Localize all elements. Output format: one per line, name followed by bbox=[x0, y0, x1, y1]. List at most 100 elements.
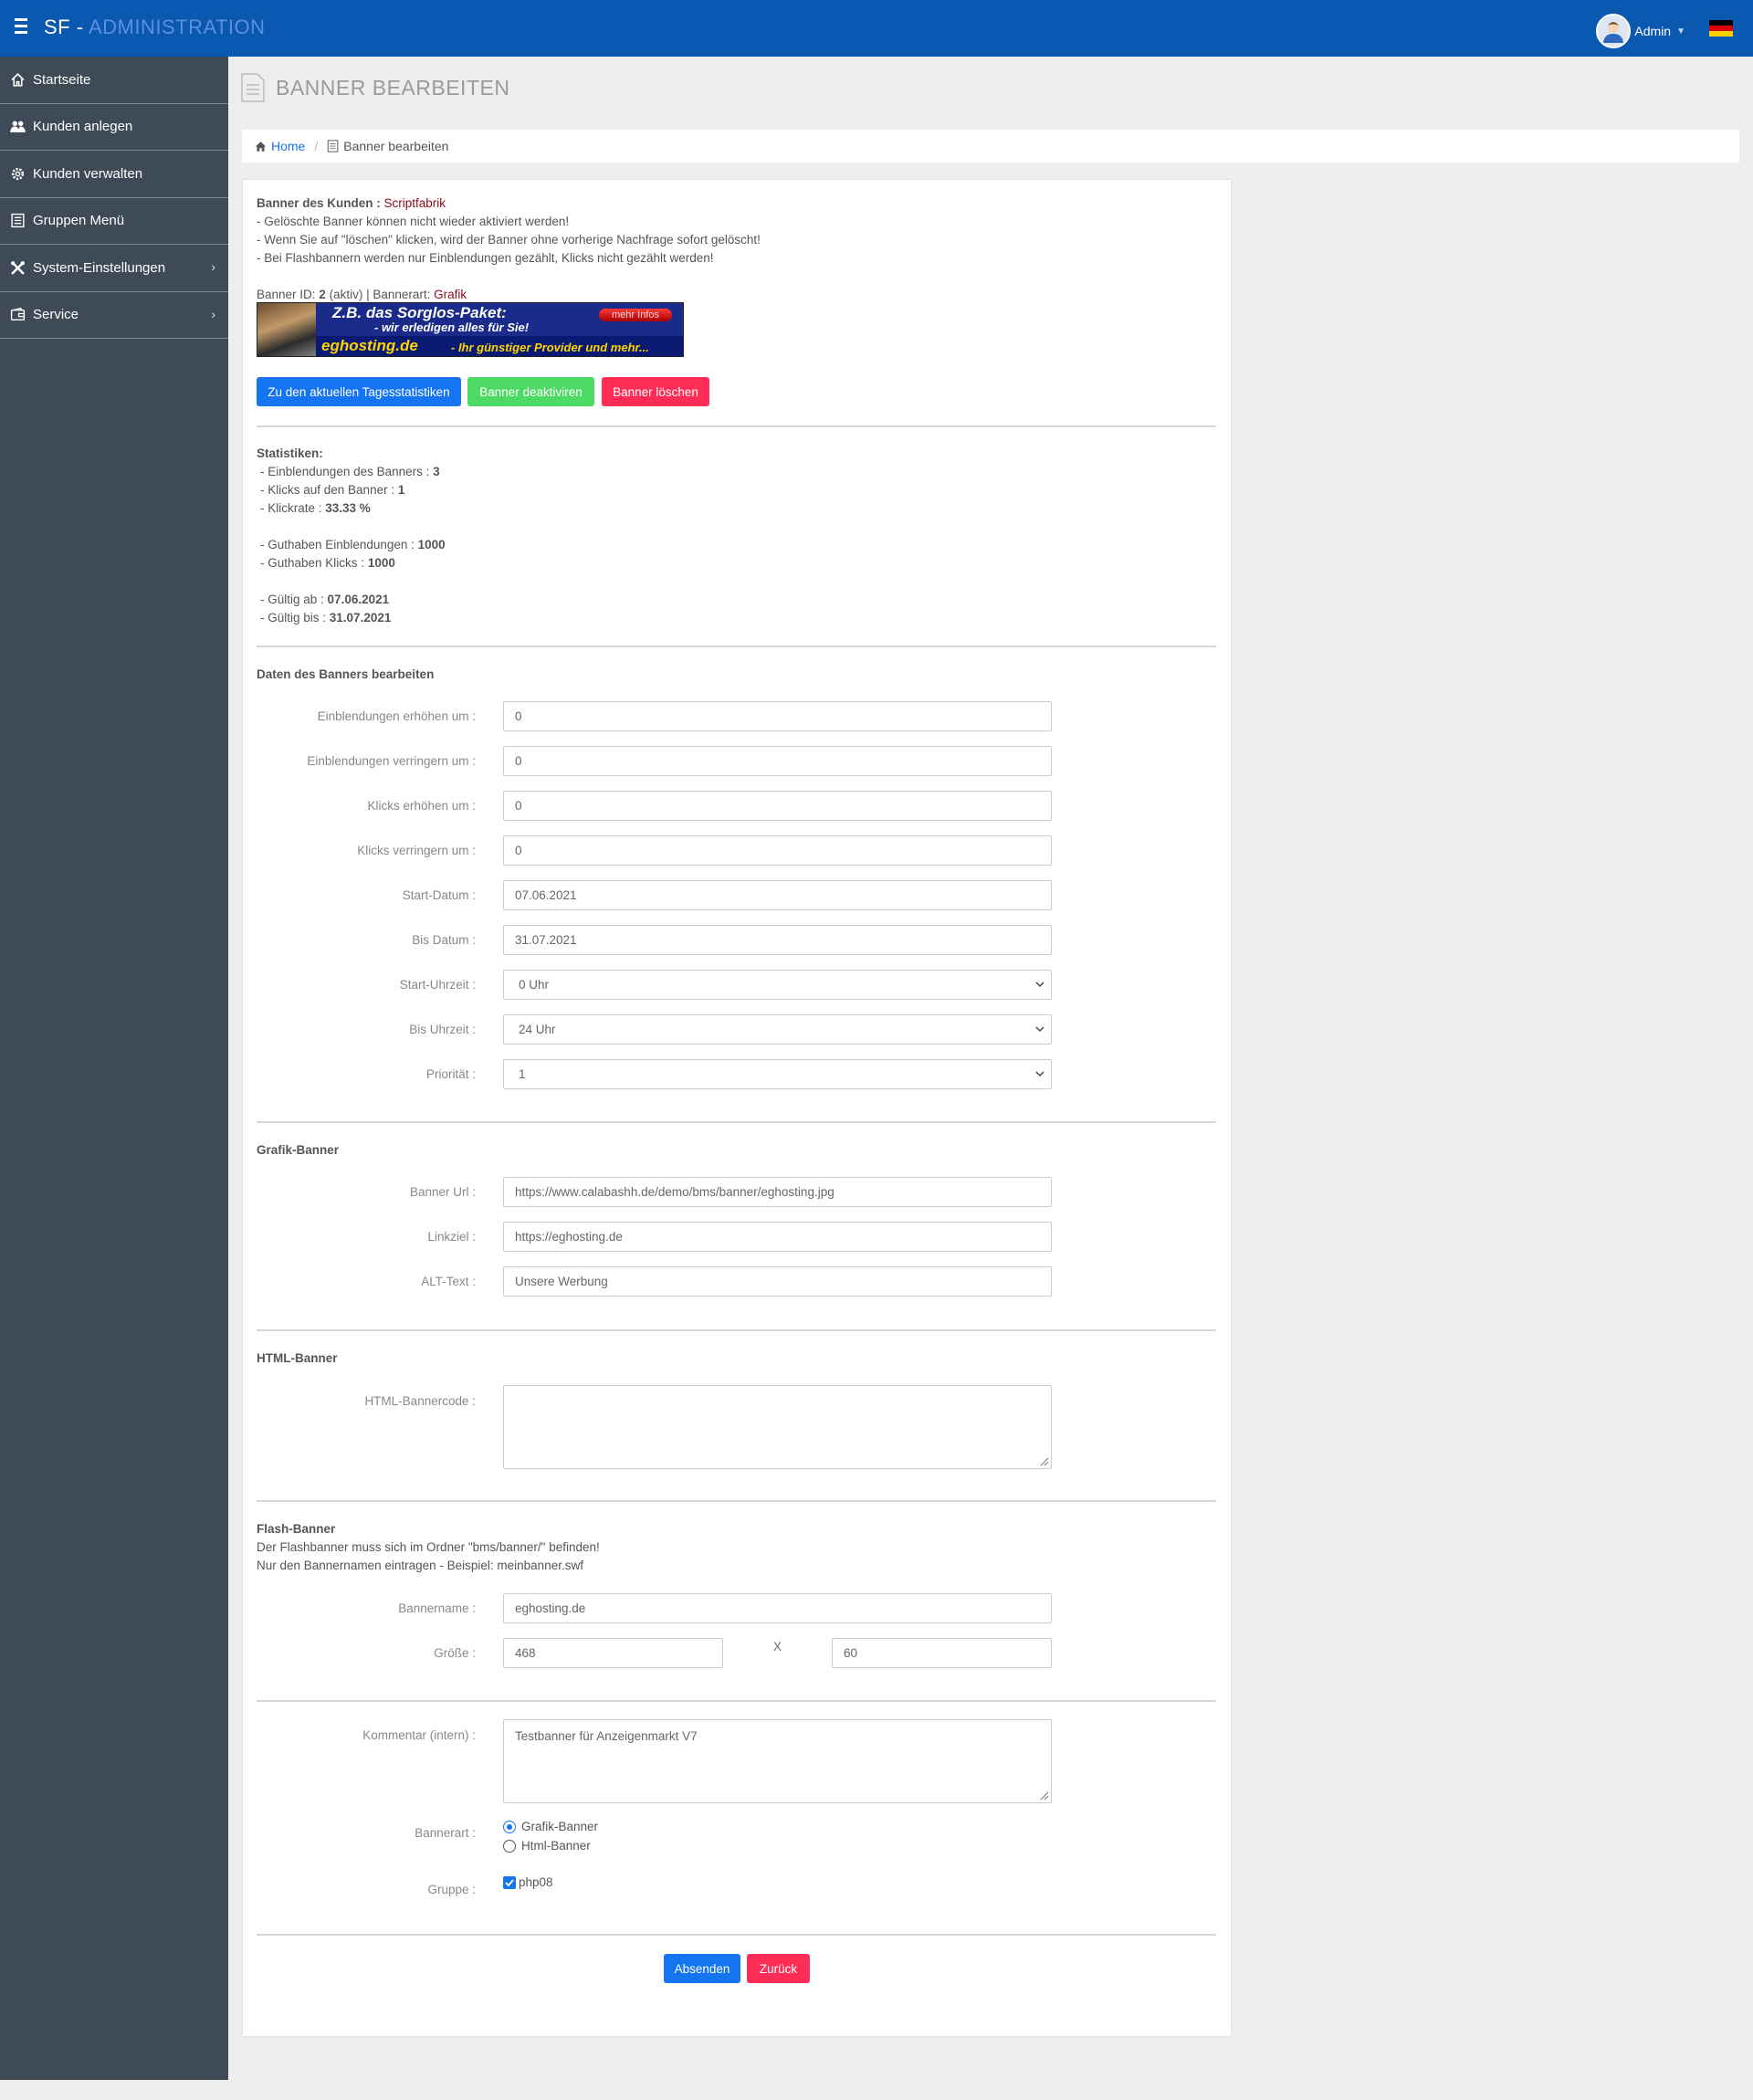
german-flag-icon[interactable] bbox=[1709, 20, 1733, 37]
sidebar-item-kunden-verwalten[interactable]: Kunden verwalten bbox=[0, 151, 228, 198]
html-heading-text: HTML-Banner bbox=[257, 1351, 338, 1365]
stats-valid-from: - Gültig ab : 07.06.2021 bbox=[260, 591, 389, 609]
stats-impressions: - Einblendungen des Banners : 3 bbox=[260, 463, 440, 481]
banner-preview-image[interactable]: Z.B. das Sorglos-Paket: - wir erledigen … bbox=[257, 302, 684, 357]
banner-line-3: eghosting.de bbox=[321, 337, 418, 354]
deactivate-button[interactable]: Banner deaktiviren bbox=[467, 377, 594, 406]
sidebar-item-label: Startseite bbox=[33, 71, 91, 88]
stat-label: - Gültig bis : bbox=[260, 611, 330, 625]
flash-heading: Flash-Banner bbox=[257, 1520, 335, 1538]
stat-label: - Einblendungen des Banners : bbox=[260, 465, 434, 478]
submit-button[interactable]: Absenden bbox=[664, 1954, 740, 1983]
flash-note-2: Nur den Bannernamen eintragen - Beispiel… bbox=[257, 1559, 583, 1572]
start-time-select[interactable]: 0 Uhr bbox=[503, 970, 1052, 1000]
brand-accent: ADMINISTRATION bbox=[88, 16, 266, 38]
end-time-select[interactable]: 24 Uhr bbox=[503, 1014, 1052, 1045]
flash-bannername-input[interactable]: eghosting.de bbox=[503, 1593, 1052, 1623]
html-heading: HTML-Banner bbox=[257, 1349, 338, 1368]
top-bar: SF - ADMINISTRATION Admin ▼ bbox=[0, 0, 1753, 57]
stats-valid-to: - Gültig bis : 31.07.2021 bbox=[260, 609, 391, 627]
stats-rate: - Klickrate : 33.33 % bbox=[260, 499, 371, 518]
field-label: Bannername : bbox=[398, 1601, 476, 1615]
radio-html-banner[interactable] bbox=[503, 1840, 516, 1853]
checkbox-label: php08 bbox=[519, 1875, 553, 1889]
back-button[interactable]: Zurück bbox=[747, 1954, 810, 1983]
sidebar-item-kunden-anlegen[interactable]: Kunden anlegen bbox=[0, 104, 228, 151]
field-label: Einblendungen erhöhen um : bbox=[317, 709, 476, 723]
edit-heading-text: Daten des Banners bearbeiten bbox=[257, 667, 435, 681]
wallet-icon bbox=[9, 307, 26, 323]
stats-button[interactable]: Zu den aktuellen Tagesstatistiken bbox=[257, 377, 461, 406]
stats-heading: Statistiken: bbox=[257, 445, 323, 463]
impressions-increase-input[interactable]: 0 bbox=[503, 701, 1052, 731]
page-heading: BANNER BEARBEITEN bbox=[241, 73, 509, 102]
divider bbox=[257, 646, 1216, 647]
sidebar-item-system-einstellungen[interactable]: System-Einstellungen › bbox=[0, 245, 228, 292]
flash-height-input[interactable]: 60 bbox=[832, 1638, 1052, 1668]
banner-line-4: - Ihr günstiger Provider und mehr... bbox=[451, 341, 649, 354]
sidebar-item-gruppen-menu[interactable]: Gruppen Menü bbox=[0, 198, 228, 245]
delete-button[interactable]: Banner löschen bbox=[602, 377, 709, 406]
field-label: ALT-Text : bbox=[421, 1275, 476, 1288]
stat-value: 07.06.2021 bbox=[327, 593, 390, 606]
banner-url-input[interactable]: https://www.calabashh.de/demo/bms/banner… bbox=[503, 1177, 1052, 1207]
sidebar-item-service[interactable]: Service › bbox=[0, 292, 228, 339]
field-label: Größe : bbox=[434, 1646, 476, 1660]
clicks-increase-input[interactable]: 0 bbox=[503, 791, 1052, 821]
banner-photo bbox=[257, 303, 316, 356]
start-date-input[interactable]: 07.06.2021 bbox=[503, 880, 1052, 910]
banner-id: 2 bbox=[319, 288, 326, 301]
alt-text-input[interactable]: Unsere Werbung bbox=[503, 1266, 1052, 1297]
group-checkbox[interactable] bbox=[503, 1876, 516, 1889]
chevron-down-icon bbox=[1035, 982, 1044, 988]
impressions-decrease-input[interactable]: 0 bbox=[503, 746, 1052, 776]
user-menu[interactable]: Admin ▼ bbox=[1596, 14, 1685, 48]
radio-grafik-banner[interactable] bbox=[503, 1821, 516, 1833]
field-label: Bannerart : bbox=[415, 1826, 476, 1840]
field-label: Klicks erhöhen um : bbox=[367, 799, 476, 813]
sidebar-item-label: Kunden anlegen bbox=[33, 119, 133, 135]
chevron-right-icon: › bbox=[211, 306, 215, 321]
customer-line: Banner des Kunden : Scriptfabrik bbox=[257, 194, 446, 213]
page-title: BANNER BEARBEITEN bbox=[276, 75, 510, 100]
banner-id-label: Banner ID: bbox=[257, 288, 320, 301]
customer-label: Banner des Kunden : bbox=[257, 196, 384, 210]
html-bannercode-textarea[interactable] bbox=[503, 1385, 1052, 1469]
sidebar-item-label: System-Einstellungen bbox=[33, 259, 166, 276]
banner-id-line: Banner ID: 2 (aktiv) | Bannerart: Grafik bbox=[257, 286, 467, 304]
stat-value: 1 bbox=[397, 483, 405, 497]
flash-width-input[interactable]: 468 bbox=[503, 1638, 723, 1668]
resize-handle-icon[interactable] bbox=[1038, 1455, 1049, 1466]
field-label: Start-Uhrzeit : bbox=[399, 978, 476, 992]
stat-value: 1000 bbox=[417, 538, 446, 551]
banner-status: (aktiv) | Bannerart: bbox=[325, 288, 435, 301]
field-label: Banner Url : bbox=[409, 1185, 476, 1199]
link-target-input[interactable]: https://eghosting.de bbox=[503, 1222, 1052, 1252]
sidebar-item-startseite[interactable]: Startseite bbox=[0, 57, 228, 104]
user-icon bbox=[1603, 22, 1624, 43]
comment-textarea[interactable]: Testbanner für Anzeigenmarkt V7 bbox=[503, 1719, 1052, 1803]
gear-icon bbox=[9, 165, 26, 182]
chevron-right-icon: › bbox=[211, 259, 215, 274]
divider bbox=[257, 1500, 1216, 1502]
stat-label: - Klicks auf den Banner : bbox=[260, 483, 398, 497]
breadcrumb-home[interactable]: Home bbox=[255, 139, 305, 153]
radio-label: Html-Banner bbox=[521, 1839, 591, 1853]
resize-handle-icon[interactable] bbox=[1038, 1790, 1049, 1801]
clicks-decrease-input[interactable]: 0 bbox=[503, 835, 1052, 866]
divider bbox=[257, 1700, 1216, 1702]
breadcrumb-current-label: Banner bearbeiten bbox=[343, 139, 449, 153]
customer-name[interactable]: Scriptfabrik bbox=[384, 196, 446, 210]
sidebar: Startseite Kunden anlegen Kunden verwalt… bbox=[0, 57, 228, 2080]
stats-credit-clicks: - Guthaben Klicks : 1000 bbox=[260, 554, 395, 572]
priority-select[interactable]: 1 bbox=[503, 1059, 1052, 1089]
chevron-down-icon bbox=[1035, 1071, 1044, 1077]
banner-pill: mehr Infos bbox=[599, 309, 672, 321]
end-date-input[interactable]: 31.07.2021 bbox=[503, 925, 1052, 955]
divider bbox=[257, 425, 1216, 427]
info-note-3: - Bei Flashbannern werden nur Einblendun… bbox=[257, 251, 714, 265]
breadcrumb-home-label: Home bbox=[271, 139, 306, 153]
tools-icon bbox=[9, 259, 26, 276]
breadcrumb-current: Banner bearbeiten bbox=[327, 139, 448, 153]
menu-icon[interactable] bbox=[15, 18, 33, 37]
